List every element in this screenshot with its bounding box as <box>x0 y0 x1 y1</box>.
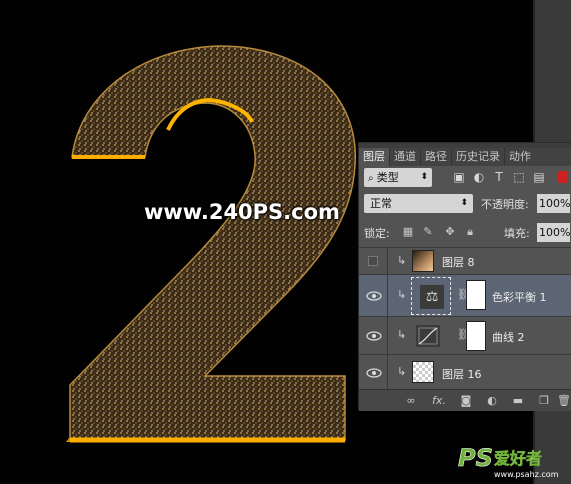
eye-icon[interactable] <box>366 367 382 379</box>
layer-row-layer16[interactable]: ↳ 图层 16 <box>359 355 571 390</box>
layer-name: 图层 8 <box>442 256 475 269</box>
lock-position-icon[interactable]: ✥ <box>443 225 457 239</box>
curves-icon <box>416 325 440 347</box>
eye-icon[interactable] <box>366 290 382 302</box>
type-filter-icon[interactable]: T <box>492 170 506 184</box>
visibility-off-box[interactable] <box>368 256 378 266</box>
add-mask-icon[interactable]: ◙ <box>459 394 473 408</box>
layer-mask-thumbnail[interactable] <box>466 321 486 351</box>
layer-row-curves[interactable]: ↳ ⛓︎ 曲线 2 <box>359 317 571 355</box>
layer-row-layer8[interactable]: ↳ 图层 8 <box>359 248 571 275</box>
chain-link-icon[interactable]: ⛓︎ <box>457 328 471 341</box>
fill-input[interactable]: 100% <box>537 223 570 242</box>
layer-row-color-balance[interactable]: ↳ ⚖ ⛓︎ 色彩平衡 1 <box>359 275 571 317</box>
adjustment-thumbnail: ⚖ <box>411 277 451 315</box>
clip-arrow-icon: ↳ <box>397 328 407 341</box>
lock-transparent-icon[interactable]: ▦ <box>401 225 415 239</box>
chain-link-icon[interactable]: ⛓︎ <box>457 288 471 301</box>
adjustment-icon[interactable]: ◐ <box>485 394 499 408</box>
shape-filter-icon[interactable]: ⬚ <box>512 170 526 184</box>
layer-thumbnail <box>412 250 434 272</box>
layers-list: ↳ 图层 8 ↳ ⚖ ⛓︎ 色彩平衡 1 ↳ ⛓︎ 曲线 2 ↳ 图层 16 <box>359 247 571 390</box>
search-icon: ⌕ <box>368 173 377 184</box>
lock-image-icon[interactable]: ✎ <box>421 225 435 239</box>
blend-mode-select[interactable]: 正常 ⬍ <box>364 194 473 213</box>
link-icon[interactable]: ∞ <box>404 394 418 408</box>
layer-name: 曲线 2 <box>492 331 525 344</box>
lock-label: 锁定: <box>364 227 390 240</box>
folder-icon[interactable]: ▬ <box>511 394 525 408</box>
clip-arrow-icon: ↳ <box>397 365 407 378</box>
filter-row: ⌕ 类型 ⬍ ▣ ◐ T ⬚ ▤ <box>359 167 571 189</box>
opacity-input[interactable]: 100% <box>537 194 570 213</box>
chevron-updown-icon: ⬍ <box>460 198 468 208</box>
svg-text:www.psahz.com: www.psahz.com <box>494 470 559 479</box>
panel-tabs: 图层 通道 路径 历史记录 动作 <box>359 148 571 166</box>
new-layer-icon[interactable]: ❐ <box>537 394 551 408</box>
balance-scale-icon: ⚖ <box>420 285 444 309</box>
svg-text:PS: PS <box>458 444 493 472</box>
watermark-text: www.240PS.com <box>144 200 340 224</box>
layer-name: 色彩平衡 1 <box>492 291 547 304</box>
svg-text:爱好者: 爱好者 <box>494 449 542 468</box>
filter-kind-select[interactable]: ⌕ 类型 ⬍ <box>364 168 432 187</box>
fill-label: 填充: <box>504 227 530 240</box>
adjustment-filter-icon[interactable]: ◐ <box>472 170 486 184</box>
fx-icon[interactable]: fx. <box>429 394 449 408</box>
tab-actions[interactable]: 动作 <box>505 148 535 166</box>
layer-name: 图层 16 <box>442 368 482 381</box>
panel-footer: ∞ fx. ◙ ◐ ▬ ❐ 🗑︎ <box>359 389 571 411</box>
lock-row: 锁定: ▦ ✎ ✥ 🔒︎ 填充: 100% <box>359 222 571 244</box>
tab-paths[interactable]: 路径 <box>421 148 451 166</box>
smart-object-filter-icon[interactable]: ▤ <box>532 170 546 184</box>
chevron-updown-icon: ⬍ <box>420 172 428 182</box>
trash-icon[interactable]: 🗑︎ <box>557 394 571 408</box>
lock-all-icon[interactable]: 🔒︎ <box>463 225 477 239</box>
filter-toggle-switch[interactable] <box>558 171 568 183</box>
layers-panel: 图层 通道 路径 历史记录 动作 ⌕ 类型 ⬍ ▣ ◐ T ⬚ ▤ 正常 ⬍ 不… <box>358 142 571 411</box>
transparent-thumbnail <box>412 361 434 383</box>
tab-channels[interactable]: 通道 <box>390 148 420 166</box>
eye-icon[interactable] <box>366 330 382 342</box>
clip-arrow-icon: ↳ <box>397 288 407 301</box>
tab-history[interactable]: 历史记录 <box>452 148 504 166</box>
image-filter-icon[interactable]: ▣ <box>452 170 466 184</box>
filter-kind-label: 类型 <box>376 171 399 184</box>
blend-row: 正常 ⬍ 不透明度: 100% <box>359 193 571 215</box>
opacity-label: 不透明度: <box>481 198 529 211</box>
layer-mask-thumbnail[interactable] <box>466 280 486 310</box>
tab-layers[interactable]: 图层 <box>359 148 389 166</box>
clip-arrow-icon: ↳ <box>397 254 407 267</box>
blend-mode-value: 正常 <box>370 197 392 210</box>
site-logo: PS 爱好者 www.psahz.com <box>458 444 559 479</box>
